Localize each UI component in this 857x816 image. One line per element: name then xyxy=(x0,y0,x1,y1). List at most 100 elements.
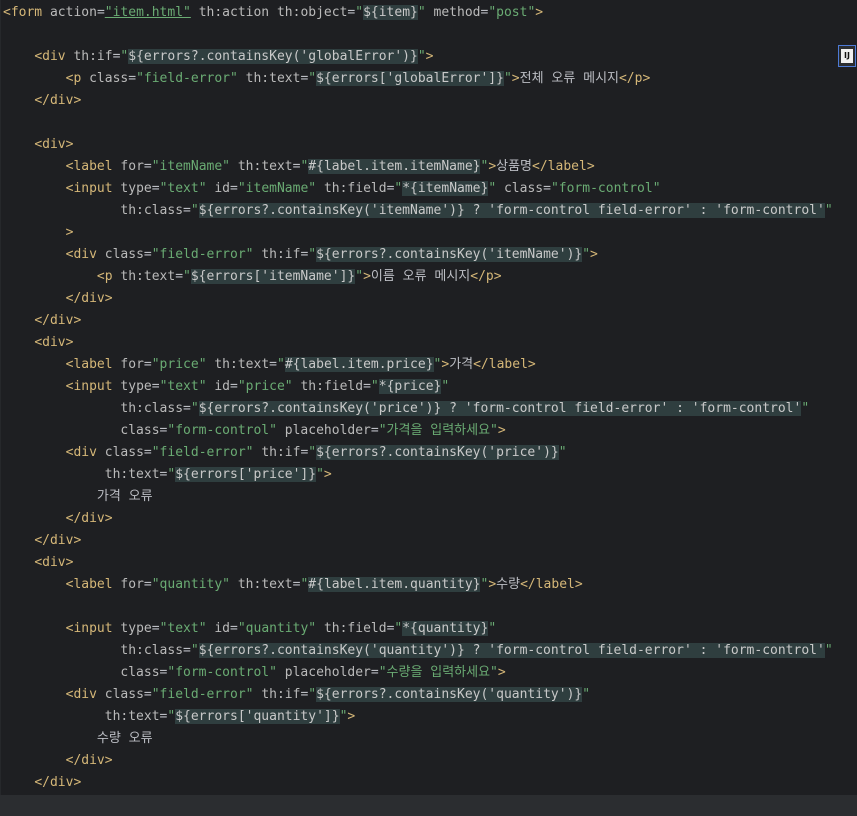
code-token-hl: ${errors?.containsKey('quantity')} ? 'fo… xyxy=(198,643,825,658)
code-line[interactable] xyxy=(0,112,857,134)
code-line[interactable]: <div class="field-error" th:if="${errors… xyxy=(0,442,857,464)
code-line[interactable]: <div th:if="${errors?.containsKey('globa… xyxy=(0,46,857,68)
code-token-attr: th:text xyxy=(245,71,301,86)
code-token-tag: </label> xyxy=(520,577,583,592)
code-token-attr: action xyxy=(49,5,97,20)
code-line[interactable]: <div> xyxy=(0,134,857,156)
code-line[interactable]: class="form-control" placeholder="수량을 입력… xyxy=(0,662,857,684)
code-line[interactable]: </div> xyxy=(0,90,857,112)
code-line[interactable]: th:class="${errors?.containsKey('price')… xyxy=(0,398,857,420)
code-line[interactable] xyxy=(0,596,857,618)
code-token-hl: ${item} xyxy=(363,5,418,20)
code-token-tag: <div> xyxy=(34,137,74,152)
code-token-attr: placeholder xyxy=(284,423,371,438)
code-token-plain: = xyxy=(143,357,152,372)
code-token-attr: type xyxy=(120,621,152,636)
code-token-tag: <form xyxy=(3,5,50,20)
code-line[interactable]: th:class="${errors?.containsKey('quantit… xyxy=(0,640,857,662)
code-token-tag: > xyxy=(347,709,356,724)
code-token-tag: </label> xyxy=(473,357,536,372)
code-token-hl: #{label.item.itemName} xyxy=(308,159,481,174)
code-line[interactable]: <div class="field-error" th:if="${errors… xyxy=(0,244,857,266)
code-token-attr: placeholder xyxy=(284,665,371,680)
code-line[interactable]: <label for="quantity" th:text="#{label.i… xyxy=(0,574,857,596)
code-token-hl: *{quantity} xyxy=(402,621,489,636)
code-line[interactable] xyxy=(0,24,857,46)
code-token-plain: = xyxy=(230,379,238,394)
code-token-attr: type xyxy=(120,181,152,196)
code-line[interactable]: </div> xyxy=(0,530,857,552)
code-token-str: " xyxy=(316,467,324,482)
code-line[interactable]: th:class="${errors?.containsKey('itemNam… xyxy=(0,200,857,222)
code-token-attr: th:if xyxy=(261,247,301,262)
code-token-str: "수량을 입력하세요" xyxy=(378,665,498,680)
code-token-hl: ${errors?.containsKey('price')} ? 'form-… xyxy=(198,401,802,416)
code-line[interactable]: </div> xyxy=(0,772,857,794)
code-line[interactable]: </div> xyxy=(0,288,857,310)
code-token-plain: = xyxy=(183,643,191,658)
code-line[interactable]: 수량 오류 xyxy=(0,728,857,750)
code-line[interactable]: <p th:text="${errors['itemName']}">이름 오류… xyxy=(0,266,857,288)
code-line[interactable]: </div> xyxy=(0,750,857,772)
code-token-hl: ${errors?.containsKey('price')} xyxy=(316,445,559,460)
code-token-str: " xyxy=(308,687,317,702)
code-token-tag: > xyxy=(497,665,506,680)
code-area[interactable]: <form action="item.html" th:action th:ob… xyxy=(0,2,857,794)
code-token-str: "form-control" xyxy=(167,665,277,680)
code-line[interactable]: > xyxy=(0,222,857,244)
code-line[interactable]: </div> xyxy=(0,508,857,530)
code-line[interactable]: <p class="field-error" th:text="${errors… xyxy=(0,68,857,90)
code-line[interactable]: th:text="${errors['quantity']}"> xyxy=(0,706,857,728)
code-line[interactable]: <input type="text" id="price" th:field="… xyxy=(0,376,857,398)
code-line[interactable]: 가격 오류 xyxy=(0,486,857,508)
code-line[interactable]: <div class="field-error" th:if="${errors… xyxy=(0,684,857,706)
code-token-plain: 수량 오류 xyxy=(3,731,153,746)
code-line[interactable]: <div> xyxy=(0,552,857,574)
plugin-badge-icon[interactable]: IJ xyxy=(838,45,856,67)
code-token-plain: = xyxy=(370,423,379,438)
code-token-tag: <input xyxy=(65,621,121,636)
code-token-str: "price" xyxy=(237,379,293,394)
code-token-tag: </div> xyxy=(34,533,82,548)
code-token-hl: #{label.item.quantity} xyxy=(308,577,481,592)
code-line[interactable]: <label for="price" th:text="#{label.item… xyxy=(0,354,857,376)
code-token-plain: 가격 xyxy=(449,357,474,372)
code-line[interactable]: th:text="${errors['price']}"> xyxy=(0,464,857,486)
code-token-str: "quantity" xyxy=(237,621,317,636)
code-line[interactable]: <label for="itemName" th:text="#{label.i… xyxy=(0,156,857,178)
code-token-str: " xyxy=(308,445,317,460)
code-line[interactable]: class="form-control" placeholder="가격을 입력… xyxy=(0,420,857,442)
code-token-attr: th:if xyxy=(261,687,301,702)
code-token-str: " xyxy=(308,247,317,262)
code-line[interactable]: <input type="text" id="quantity" th:fiel… xyxy=(0,618,857,640)
code-token-hl: ${errors['price']} xyxy=(175,467,317,482)
code-token-attr: th:text xyxy=(214,357,270,372)
code-token-attr: th:field xyxy=(323,621,387,636)
code-line[interactable]: <div> xyxy=(0,332,857,354)
code-token-str: " xyxy=(503,71,512,86)
code-token-tag: <div xyxy=(65,247,105,262)
code-line[interactable]: <form action="item.html" th:action th:ob… xyxy=(0,2,857,24)
code-token-tag: <p xyxy=(96,269,121,284)
code-token-attr: th:class xyxy=(120,401,184,416)
code-editor[interactable]: <form action="item.html" th:action th:ob… xyxy=(0,0,857,816)
code-line[interactable]: </div> xyxy=(0,310,857,332)
code-line[interactable]: <input type="text" id="itemName" th:fiel… xyxy=(0,178,857,200)
code-token-str: "itemName" xyxy=(237,181,317,196)
code-token-attr: th:field xyxy=(300,379,364,394)
code-token-str: "text" xyxy=(159,379,207,394)
code-token-str: "field-error" xyxy=(136,71,238,86)
